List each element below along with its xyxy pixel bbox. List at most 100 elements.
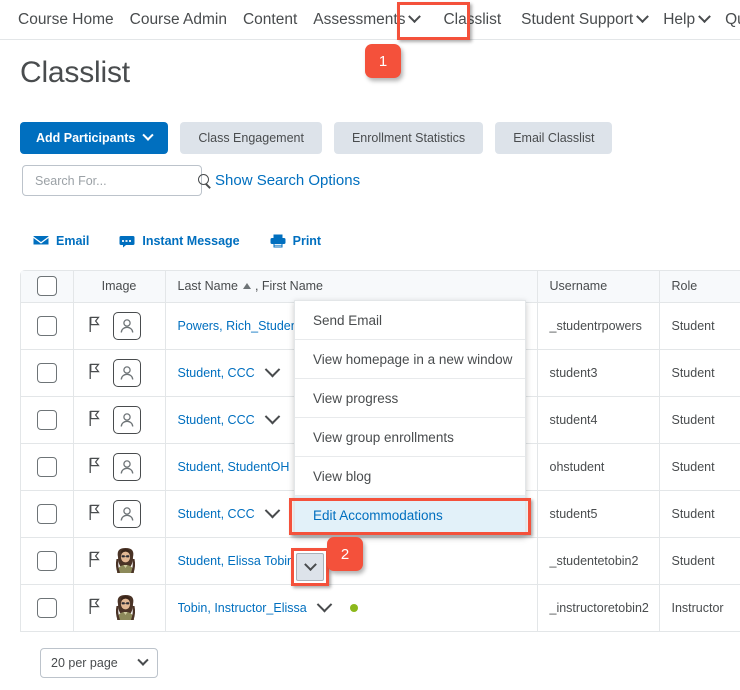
class-engagement-button[interactable]: Class Engagement: [180, 122, 322, 154]
chevron-down-icon: [636, 10, 650, 24]
role-text: Student: [671, 459, 715, 474]
name-header[interactable]: Last Name , First Name: [165, 271, 538, 303]
main-navigation: Course Home Course Admin Content Assessm…: [0, 0, 740, 40]
user-name-link[interactable]: Powers, Rich_Student: [178, 319, 302, 333]
flag-icon[interactable]: [88, 598, 101, 618]
nav-item-content[interactable]: Content: [243, 12, 297, 28]
context-menu-item[interactable]: Edit Accommodations: [295, 496, 525, 535]
role-text: Student: [671, 553, 715, 568]
annotation-badge-2: 2: [327, 537, 363, 571]
row-select-cell: [21, 537, 74, 585]
row-checkbox[interactable]: [36, 409, 57, 430]
table-header-row: Image Last Name , First Name Username Rol…: [21, 271, 740, 303]
enrollment-statistics-button[interactable]: Enrollment Statistics: [333, 122, 484, 154]
user-name-link[interactable]: Student, CCC: [178, 507, 255, 521]
annotation-badge-1: 1: [365, 44, 401, 78]
flag-icon[interactable]: [88, 551, 101, 571]
nav-item-course-admin[interactable]: Course Admin: [130, 12, 227, 28]
search-box[interactable]: [22, 165, 209, 196]
print-link[interactable]: Print: [270, 234, 321, 248]
row-role-cell: Student: [659, 443, 740, 491]
avatar-placeholder-icon: [112, 358, 141, 387]
chevron-down-icon: [408, 10, 422, 24]
user-name-link[interactable]: Student, CCC: [178, 413, 255, 427]
flag-icon[interactable]: [88, 410, 101, 430]
badge-label: 2: [340, 545, 350, 563]
row-checkbox[interactable]: [36, 362, 57, 383]
instant-message-link[interactable]: Instant Message: [119, 234, 240, 248]
button-label: Email Classlist: [513, 131, 595, 145]
search-input[interactable]: [33, 172, 198, 189]
show-search-options-link[interactable]: Show Search Options: [215, 172, 360, 189]
name-header-label: Last Name: [177, 279, 238, 294]
row-role-cell: Student: [659, 302, 740, 350]
row-image-cell: [73, 396, 166, 444]
context-menu-item[interactable]: View homepage in a new window: [295, 340, 525, 379]
row-image-cell: [73, 490, 166, 538]
row-checkbox[interactable]: [36, 550, 57, 571]
username-text: _studentrpowers: [549, 318, 642, 333]
row-checkbox[interactable]: [36, 456, 57, 477]
row-checkbox[interactable]: [36, 597, 57, 618]
user-name-link[interactable]: Student, CCC: [178, 366, 255, 380]
row-username-cell: ohstudent: [537, 443, 660, 491]
nav-item-course-home[interactable]: Course Home: [18, 12, 114, 28]
context-menu-item[interactable]: Send Email: [295, 301, 525, 340]
tool-label: Email: [56, 234, 90, 248]
avatar-placeholder-icon: [112, 311, 141, 340]
email-classlist-button[interactable]: Email Classlist: [495, 122, 613, 154]
chevron-down-icon: [698, 10, 711, 24]
role-header[interactable]: Role: [659, 271, 740, 303]
printer-icon: [270, 234, 286, 248]
chevron-down-icon: [303, 557, 317, 571]
nav-label: Assessments: [313, 10, 406, 28]
context-menu-item[interactable]: View blog: [295, 457, 525, 496]
nav-item-help[interactable]: Help: [663, 10, 711, 28]
row-actions-chevron-icon[interactable]: [264, 365, 280, 378]
username-header[interactable]: Username: [537, 271, 660, 303]
nav-item-assessments[interactable]: Assessments: [313, 10, 422, 28]
role-text: Student: [671, 506, 715, 521]
row-username-cell: _instructoretobin2: [537, 584, 660, 631]
flag-icon[interactable]: [88, 316, 101, 336]
context-menu-item[interactable]: View progress: [295, 379, 525, 418]
nav-item-classlist[interactable]: Classlist: [435, 8, 509, 32]
per-page-label: 20 per page: [51, 656, 118, 670]
select-all-checkbox[interactable]: [36, 276, 57, 297]
row-username-cell: student4: [537, 396, 660, 444]
row-checkbox[interactable]: [36, 503, 57, 524]
row-actions-chevron-icon[interactable]: [316, 600, 333, 613]
row-select-cell: [21, 584, 74, 631]
search-row: Show Search Options: [22, 165, 360, 196]
row-select-cell: [21, 396, 74, 444]
row-username-cell: _studentetobin2: [537, 537, 660, 585]
row-actions-chevron-button[interactable]: [296, 553, 324, 581]
nav-item-quick-eval[interactable]: Quick Eval: [725, 12, 740, 28]
email-link[interactable]: Email: [33, 234, 89, 248]
nav-label: Course Home: [18, 10, 114, 28]
user-name-link[interactable]: Student, StudentOH: [178, 460, 290, 474]
row-image-cell: [73, 349, 166, 397]
page-title: Classlist: [20, 56, 130, 89]
tool-links-row: Email Instant Message Print: [33, 234, 351, 248]
row-select-cell: [21, 349, 74, 397]
nav-label: Quick Eval: [725, 10, 740, 28]
add-participants-button[interactable]: Add Participants: [20, 122, 169, 154]
flag-icon[interactable]: [88, 504, 101, 524]
row-role-cell: Student: [659, 490, 740, 538]
flag-icon[interactable]: [88, 363, 101, 383]
row-checkbox[interactable]: [36, 315, 57, 336]
online-status-indicator: [349, 603, 358, 612]
per-page-selector[interactable]: 20 per page: [40, 648, 158, 678]
search-icon[interactable]: [198, 173, 212, 188]
context-menu-item[interactable]: View group enrollments: [295, 418, 525, 457]
nav-item-student-support[interactable]: Student Support: [521, 10, 650, 28]
context-menu-item-label: View group enrollments: [313, 429, 454, 445]
username-text: student4: [549, 412, 598, 427]
user-name-link[interactable]: Tobin, Instructor_Elissa: [178, 601, 307, 615]
row-actions-chevron-icon[interactable]: [264, 506, 280, 519]
row-image-cell: [73, 537, 166, 585]
user-name-link[interactable]: Student, Elissa Tobin: [178, 554, 295, 568]
flag-icon[interactable]: [88, 457, 101, 477]
row-actions-chevron-icon[interactable]: [264, 412, 280, 425]
